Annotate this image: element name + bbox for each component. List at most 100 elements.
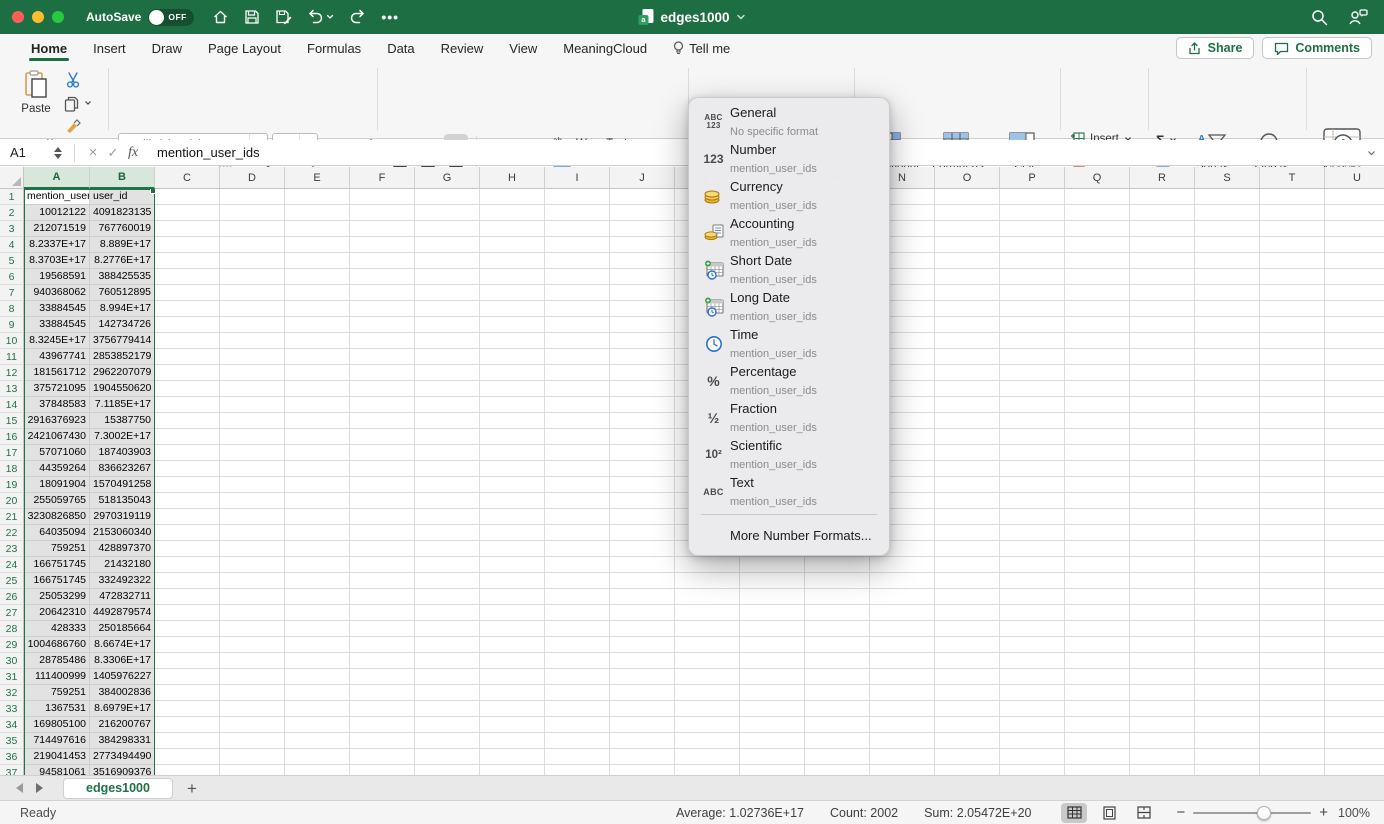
menu-item-time[interactable]: Timemention_user_ids <box>689 325 889 362</box>
column-header-F[interactable]: F <box>350 167 415 189</box>
cell-T14[interactable] <box>1260 397 1325 413</box>
cell-Q4[interactable] <box>1065 237 1130 253</box>
cell-M32[interactable] <box>805 685 870 701</box>
cell-R21[interactable] <box>1130 509 1195 525</box>
cell-T13[interactable] <box>1260 381 1325 397</box>
cell-B10[interactable]: 3756779414 <box>90 333 155 349</box>
cell-J24[interactable] <box>610 557 675 573</box>
cell-A26[interactable]: 25053299 <box>24 589 90 605</box>
cell-J26[interactable] <box>610 589 675 605</box>
cell-Q22[interactable] <box>1065 525 1130 541</box>
cell-U20[interactable] <box>1325 493 1384 509</box>
cell-S18[interactable] <box>1195 461 1260 477</box>
row-header-25[interactable]: 25 <box>0 573 24 589</box>
cell-U3[interactable] <box>1325 221 1384 237</box>
cell-I36[interactable] <box>545 749 610 765</box>
cell-O32[interactable] <box>935 685 1000 701</box>
cell-F26[interactable] <box>350 589 415 605</box>
row-header-15[interactable]: 15 <box>0 413 24 429</box>
cell-O3[interactable] <box>935 221 1000 237</box>
cell-D29[interactable] <box>220 637 285 653</box>
cell-I24[interactable] <box>545 557 610 573</box>
cell-O8[interactable] <box>935 301 1000 317</box>
cell-L29[interactable] <box>740 637 805 653</box>
cell-A23[interactable]: 759251 <box>24 541 90 557</box>
cell-S24[interactable] <box>1195 557 1260 573</box>
cell-D20[interactable] <box>220 493 285 509</box>
cell-U19[interactable] <box>1325 477 1384 493</box>
cell-S9[interactable] <box>1195 317 1260 333</box>
cell-G21[interactable] <box>415 509 480 525</box>
cell-G37[interactable] <box>415 765 480 775</box>
cell-D37[interactable] <box>220 765 285 775</box>
row-header-18[interactable]: 18 <box>0 461 24 477</box>
cell-U4[interactable] <box>1325 237 1384 253</box>
cell-M29[interactable] <box>805 637 870 653</box>
cell-T25[interactable] <box>1260 573 1325 589</box>
tab-meaningcloud[interactable]: MeaningCloud <box>550 34 660 62</box>
row-header-30[interactable]: 30 <box>0 653 24 669</box>
cell-N31[interactable] <box>870 669 935 685</box>
cell-R7[interactable] <box>1130 285 1195 301</box>
cell-C9[interactable] <box>155 317 220 333</box>
cell-E37[interactable] <box>285 765 350 775</box>
cell-F24[interactable] <box>350 557 415 573</box>
cell-Q35[interactable] <box>1065 733 1130 749</box>
cell-C22[interactable] <box>155 525 220 541</box>
cell-U15[interactable] <box>1325 413 1384 429</box>
cell-F25[interactable] <box>350 573 415 589</box>
cell-D18[interactable] <box>220 461 285 477</box>
cell-A25[interactable]: 166751745 <box>24 573 90 589</box>
cell-A2[interactable]: 10012122 <box>24 205 90 221</box>
cell-E1[interactable] <box>285 189 350 205</box>
cell-Q6[interactable] <box>1065 269 1130 285</box>
row-header-35[interactable]: 35 <box>0 733 24 749</box>
cell-S17[interactable] <box>1195 445 1260 461</box>
cell-H23[interactable] <box>480 541 545 557</box>
cell-Q28[interactable] <box>1065 621 1130 637</box>
cell-U2[interactable] <box>1325 205 1384 221</box>
cell-P18[interactable] <box>1000 461 1065 477</box>
cell-R9[interactable] <box>1130 317 1195 333</box>
cell-E8[interactable] <box>285 301 350 317</box>
cell-T7[interactable] <box>1260 285 1325 301</box>
cell-Q2[interactable] <box>1065 205 1130 221</box>
cell-T32[interactable] <box>1260 685 1325 701</box>
cell-E10[interactable] <box>285 333 350 349</box>
cell-Q20[interactable] <box>1065 493 1130 509</box>
cell-R27[interactable] <box>1130 605 1195 621</box>
cell-P11[interactable] <box>1000 349 1065 365</box>
cell-D12[interactable] <box>220 365 285 381</box>
row-header-37[interactable]: 37 <box>0 765 24 775</box>
cell-E3[interactable] <box>285 221 350 237</box>
cell-K33[interactable] <box>675 701 740 717</box>
cell-C23[interactable] <box>155 541 220 557</box>
cell-B12[interactable]: 2962207079 <box>90 365 155 381</box>
cell-F21[interactable] <box>350 509 415 525</box>
cell-M31[interactable] <box>805 669 870 685</box>
cell-Q9[interactable] <box>1065 317 1130 333</box>
cell-O15[interactable] <box>935 413 1000 429</box>
tab-home[interactable]: Home <box>18 34 80 62</box>
cell-E13[interactable] <box>285 381 350 397</box>
cell-O23[interactable] <box>935 541 1000 557</box>
cell-O19[interactable] <box>935 477 1000 493</box>
cell-P34[interactable] <box>1000 717 1065 733</box>
cell-S8[interactable] <box>1195 301 1260 317</box>
cell-R6[interactable] <box>1130 269 1195 285</box>
cell-F28[interactable] <box>350 621 415 637</box>
cell-O21[interactable] <box>935 509 1000 525</box>
cell-C5[interactable] <box>155 253 220 269</box>
cell-T35[interactable] <box>1260 733 1325 749</box>
cell-I25[interactable] <box>545 573 610 589</box>
cell-M35[interactable] <box>805 733 870 749</box>
cell-C20[interactable] <box>155 493 220 509</box>
cell-J35[interactable] <box>610 733 675 749</box>
cell-U33[interactable] <box>1325 701 1384 717</box>
cell-F37[interactable] <box>350 765 415 775</box>
cell-J6[interactable] <box>610 269 675 285</box>
cell-A1[interactable]: mention_user_ids <box>24 189 90 205</box>
cell-S35[interactable] <box>1195 733 1260 749</box>
row-header-16[interactable]: 16 <box>0 429 24 445</box>
menu-item-accounting[interactable]: Accountingmention_user_ids <box>689 214 889 251</box>
